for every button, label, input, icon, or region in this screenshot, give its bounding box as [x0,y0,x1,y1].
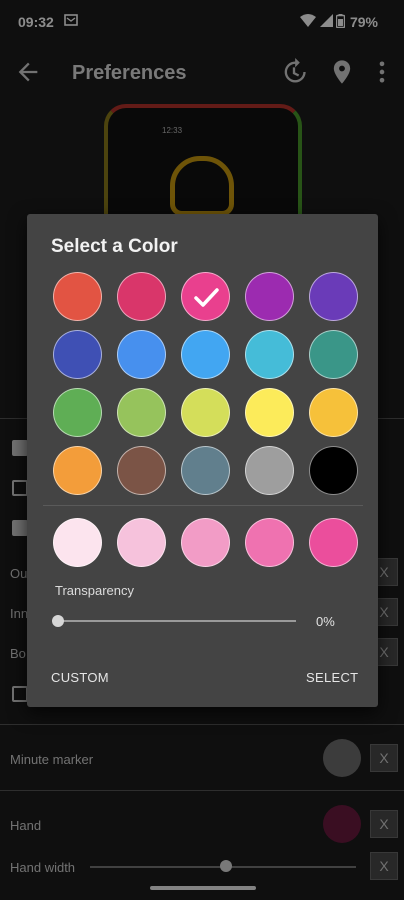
color-swatch[interactable] [53,446,102,495]
transparency-value: 0% [316,614,335,629]
select-button[interactable]: SELECT [306,670,358,685]
transparency-slider-thumb[interactable] [52,615,64,627]
dialog-divider [43,505,363,506]
color-swatch[interactable] [309,446,358,495]
color-swatch[interactable] [117,388,166,437]
shade-swatch[interactable] [309,518,358,567]
color-swatch[interactable] [53,388,102,437]
color-picker-dialog: Select a Color Transparency 0% CUSTOM SE… [27,214,378,707]
color-swatch[interactable] [245,330,294,379]
color-swatch[interactable] [309,330,358,379]
color-swatch[interactable] [245,446,294,495]
color-swatch[interactable] [181,330,230,379]
shade-swatch[interactable] [245,518,294,567]
custom-button[interactable]: CUSTOM [51,670,109,685]
color-swatch[interactable] [181,446,230,495]
check-icon [194,288,219,307]
transparency-slider-track[interactable] [58,620,296,622]
color-swatch[interactable] [309,388,358,437]
color-swatch[interactable] [117,330,166,379]
color-swatch[interactable] [245,388,294,437]
color-swatch[interactable] [53,272,102,321]
dialog-title: Select a Color [51,236,178,257]
color-swatch-selected[interactable] [181,272,230,321]
color-swatch[interactable] [181,388,230,437]
color-swatch[interactable] [117,446,166,495]
color-swatch[interactable] [53,330,102,379]
shade-swatch[interactable] [53,518,102,567]
shade-swatch[interactable] [117,518,166,567]
color-swatch[interactable] [245,272,294,321]
transparency-label: Transparency [55,583,134,598]
color-swatch[interactable] [117,272,166,321]
color-swatch[interactable] [309,272,358,321]
shade-swatch[interactable] [181,518,230,567]
